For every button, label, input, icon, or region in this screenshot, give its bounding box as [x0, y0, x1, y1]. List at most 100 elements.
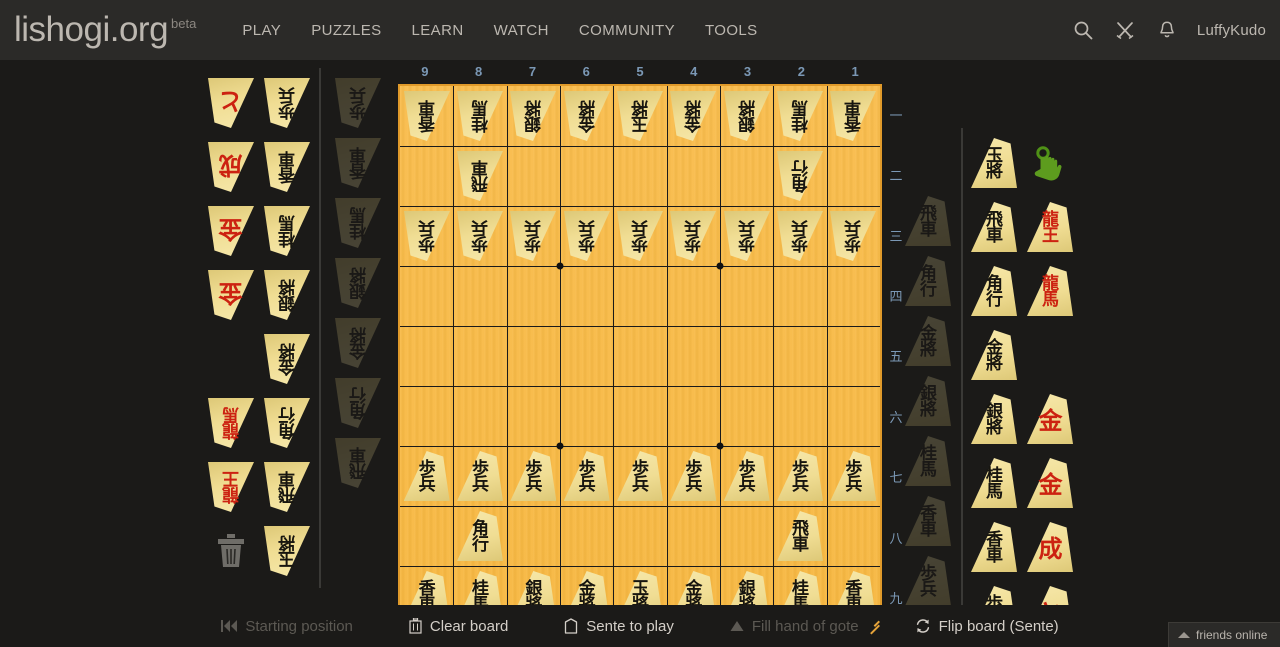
- board-square-4七[interactable]: 歩兵: [667, 446, 720, 506]
- board-square-7二[interactable]: [507, 146, 560, 206]
- board-square-8二[interactable]: 飛車: [453, 146, 506, 206]
- palette-trash-icon[interactable]: [205, 522, 257, 580]
- spare-slot-gote-lance-1[interactable]: 香車: [261, 138, 313, 196]
- piece-pawn-sente[interactable]: 歩兵: [456, 451, 503, 501]
- spare-slot-sente-lance-6[interactable]: 香車: [968, 518, 1020, 576]
- board-square-4五[interactable]: [667, 326, 720, 386]
- piece-pawn-sente[interactable]: 歩兵: [830, 451, 877, 501]
- spare-slot-gote-pgold-3[interactable]: 金: [205, 266, 257, 324]
- hand-slot-sente-rook[interactable]: 飛車: [902, 192, 954, 250]
- spare-slot-gote-king-7[interactable]: 玉將: [261, 522, 313, 580]
- board-resize-handle[interactable]: [864, 610, 882, 635]
- board-square-3四[interactable]: [720, 266, 773, 326]
- board-square-6一[interactable]: 金將: [560, 86, 613, 146]
- piece-pawn-gote[interactable]: 歩兵: [777, 211, 823, 261]
- board-square-3八[interactable]: [720, 506, 773, 566]
- piece-dragon-gote[interactable]: 龍王: [208, 462, 254, 512]
- piece-knight-sente[interactable]: 桂馬: [971, 458, 1017, 508]
- hand-slot-gote-knight[interactable]: 桂馬: [332, 194, 384, 252]
- piece-pawn-gote[interactable]: 歩兵: [404, 211, 450, 261]
- gote-hand[interactable]: 歩兵香車桂馬銀將金將角行飛車: [332, 74, 384, 492]
- board-square-1六[interactable]: [827, 386, 880, 446]
- piece-pawn-sente[interactable]: 歩兵: [723, 451, 770, 501]
- piece-rook-sente[interactable]: 飛車: [971, 202, 1017, 252]
- spare-slot-gote-gold-4[interactable]: 金將: [261, 330, 313, 388]
- hand-slot-sente-silver[interactable]: 銀將: [902, 372, 954, 430]
- piece-pawn-gote[interactable]: 歩兵: [335, 78, 381, 128]
- piece-plance-gote[interactable]: 成: [208, 142, 254, 192]
- spare-slot-sente-silver-4[interactable]: 銀將: [968, 390, 1020, 448]
- board-square-8三[interactable]: 歩兵: [453, 206, 506, 266]
- piece-king-gote[interactable]: 玉將: [617, 91, 663, 141]
- piece-rook-gote[interactable]: 飛車: [335, 438, 381, 488]
- board-square-6二[interactable]: [560, 146, 613, 206]
- piece-silver-gote[interactable]: 銀將: [264, 270, 310, 320]
- piece-bishop-sente[interactable]: 角行: [456, 511, 503, 561]
- board-square-5一[interactable]: 玉將: [613, 86, 666, 146]
- piece-pawn-gote[interactable]: 歩兵: [617, 211, 663, 261]
- board-square-5四[interactable]: [613, 266, 666, 326]
- piece-silver-gote[interactable]: 銀將: [335, 258, 381, 308]
- board-square-6八[interactable]: [560, 506, 613, 566]
- piece-rook-gote[interactable]: 飛車: [457, 151, 503, 201]
- piece-horse-gote[interactable]: 龍馬: [208, 398, 254, 448]
- board-square-5二[interactable]: [613, 146, 666, 206]
- piece-silver-gote[interactable]: 銀將: [724, 91, 770, 141]
- board-square-7三[interactable]: 歩兵: [507, 206, 560, 266]
- piece-king-sente[interactable]: 玉將: [971, 138, 1017, 188]
- piece-bishop-gote[interactable]: 角行: [335, 378, 381, 428]
- hand-slot-sente-bishop[interactable]: 角行: [902, 252, 954, 310]
- notification-bell-icon[interactable]: [1155, 18, 1179, 42]
- board-square-2二[interactable]: 角行: [773, 146, 826, 206]
- piece-lance-sente[interactable]: 香車: [971, 522, 1017, 572]
- piece-knight-gote[interactable]: 桂馬: [335, 198, 381, 248]
- spare-slot-gote-dragon-6[interactable]: 龍王: [205, 458, 257, 516]
- board-square-6三[interactable]: 歩兵: [560, 206, 613, 266]
- spare-slot-gote-plance-1[interactable]: 成: [205, 138, 257, 196]
- spare-slot-sente-pgold-5[interactable]: 金: [1024, 454, 1076, 512]
- board-square-2一[interactable]: 桂馬: [773, 86, 826, 146]
- search-icon[interactable]: [1071, 18, 1095, 42]
- spare-slot-gote-tokin-0[interactable]: と: [205, 74, 257, 132]
- board-square-4三[interactable]: 歩兵: [667, 206, 720, 266]
- piece-pgold-sente[interactable]: 金: [1027, 394, 1073, 444]
- piece-gold-gote[interactable]: 金將: [335, 318, 381, 368]
- hand-slot-sente-gold[interactable]: 金將: [902, 312, 954, 370]
- board-square-3三[interactable]: 歩兵: [720, 206, 773, 266]
- piece-knight-gote[interactable]: 桂馬: [777, 91, 823, 141]
- board-square-7八[interactable]: [507, 506, 560, 566]
- piece-bishop-gote[interactable]: 角行: [777, 151, 823, 201]
- piece-pawn-sente[interactable]: 歩兵: [403, 451, 450, 501]
- piece-pawn-sente[interactable]: 歩兵: [776, 451, 823, 501]
- board-square-3五[interactable]: [720, 326, 773, 386]
- board-square-3二[interactable]: [720, 146, 773, 206]
- board-square-9六[interactable]: [400, 386, 453, 446]
- board-square-3七[interactable]: 歩兵: [720, 446, 773, 506]
- piece-bishop-gote[interactable]: 角行: [264, 398, 310, 448]
- challenge-swords-icon[interactable]: [1113, 18, 1137, 42]
- board-square-6六[interactable]: [560, 386, 613, 446]
- site-logo[interactable]: lishogi.org beta: [14, 11, 196, 49]
- user-menu[interactable]: LuffyKudo: [1197, 22, 1266, 39]
- board-square-9五[interactable]: [400, 326, 453, 386]
- board-square-2三[interactable]: 歩兵: [773, 206, 826, 266]
- board-square-8六[interactable]: [453, 386, 506, 446]
- piece-knight-gote[interactable]: 桂馬: [457, 91, 503, 141]
- piece-lance-gote[interactable]: 香車: [335, 138, 381, 188]
- hand-slot-gote-lance[interactable]: 香車: [332, 134, 384, 192]
- board-square-2四[interactable]: [773, 266, 826, 326]
- hand-slot-sente-pawn[interactable]: 歩兵: [902, 552, 954, 610]
- piece-silver-sente[interactable]: 銀將: [905, 376, 951, 426]
- board-square-5五[interactable]: [613, 326, 666, 386]
- board-square-9一[interactable]: 香車: [400, 86, 453, 146]
- spare-slot-gote-trash-7[interactable]: [205, 522, 257, 580]
- piece-lance-sente[interactable]: 香車: [905, 496, 951, 546]
- board-square-8七[interactable]: 歩兵: [453, 446, 506, 506]
- piece-tokin-gote[interactable]: と: [208, 78, 254, 128]
- board-square-7一[interactable]: 銀將: [507, 86, 560, 146]
- friends-online-widget[interactable]: friends online: [1168, 622, 1280, 647]
- piece-pawn-gote[interactable]: 歩兵: [830, 211, 876, 261]
- nav-item-community[interactable]: COMMUNITY: [579, 22, 675, 39]
- board-square-8八[interactable]: 角行: [453, 506, 506, 566]
- board-square-8五[interactable]: [453, 326, 506, 386]
